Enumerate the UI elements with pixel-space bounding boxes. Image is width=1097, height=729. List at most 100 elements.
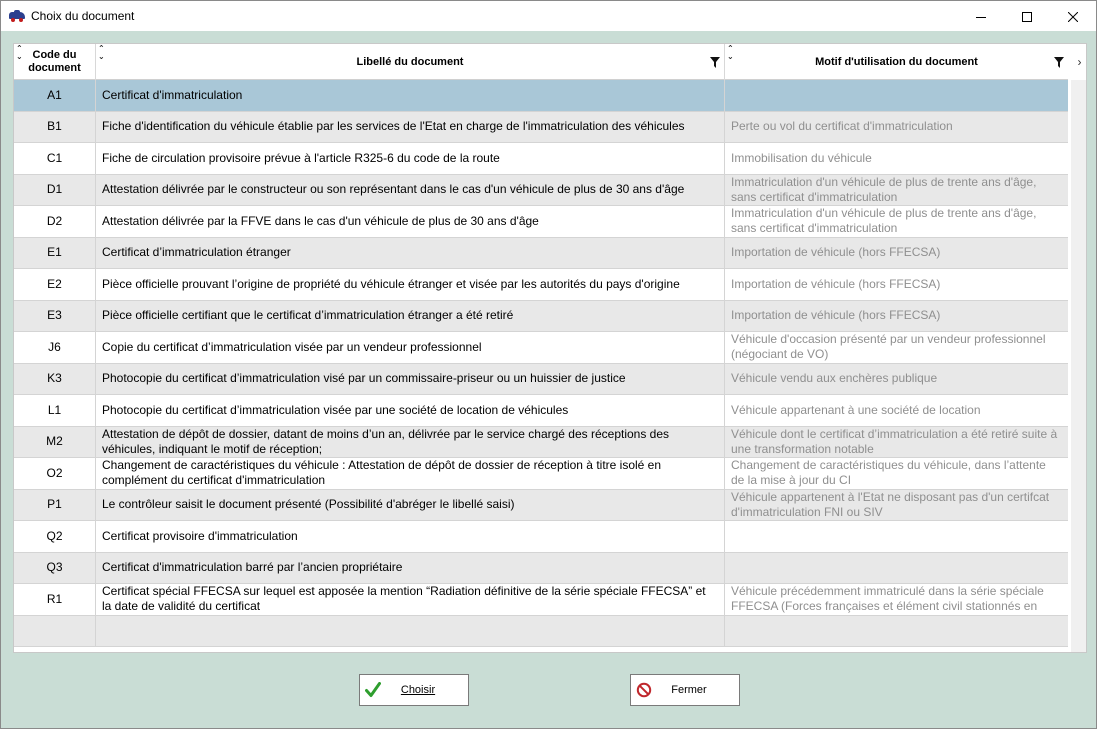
cell-libelle-text: Certificat provisoire d'immatriculation	[102, 528, 298, 543]
cell-motif[interactable]	[725, 553, 1068, 584]
cell-libelle[interactable]: Attestation délivrée par le constructeur…	[96, 174, 725, 205]
cell-code[interactable]: E1	[14, 237, 96, 268]
cell-motif-text: Immatriculation d'un véhicule de plus de…	[731, 206, 1037, 236]
cell-libelle[interactable]: Le contrôleur saisit le document présent…	[96, 489, 725, 520]
cell-code[interactable]: D1	[14, 174, 96, 205]
cell-libelle-text: Le contrôleur saisit le document présent…	[102, 497, 515, 512]
column-header-libelle[interactable]: ⌃ ⌄ Libellé du document	[96, 44, 725, 80]
cell-code[interactable]: B1	[14, 111, 96, 142]
cell-code[interactable]: C1	[14, 143, 96, 174]
table-row[interactable]: P1 Le contrôleur saisit le document prése…	[14, 489, 1068, 521]
cell-motif[interactable]: Véhicule appartenant à une société de lo…	[725, 395, 1068, 426]
cell-code[interactable]: A1	[14, 80, 96, 111]
column-header-code[interactable]: ⌃ ⌄ Code du document	[14, 44, 96, 80]
cell-code[interactable]	[14, 615, 96, 646]
cell-code[interactable]: R1	[14, 584, 96, 615]
cell-code[interactable]: L1	[14, 395, 96, 426]
table-row[interactable]: E1 Certificat d’immatriculation étranger I…	[14, 237, 1068, 269]
table-row[interactable]: O2 Changement de caractéristiques du véhi…	[14, 458, 1068, 490]
cell-motif[interactable]: Importation de véhicule (hors FFECSA)	[725, 238, 1068, 269]
cell-motif[interactable]: Véhicule dont le certificat d’immatricul…	[725, 427, 1068, 458]
cell-libelle[interactable]: Photocopie du certificat d’immatriculati…	[96, 395, 725, 426]
filter-icon[interactable]	[1054, 57, 1064, 68]
cell-code-text: R1	[46, 591, 63, 606]
cell-motif[interactable]	[725, 521, 1068, 552]
cell-motif[interactable]: Immatriculation d'un véhicule de plus de…	[725, 175, 1068, 206]
cell-motif-text: Immobilisation du véhicule	[731, 150, 872, 165]
cell-code-text: A1	[47, 87, 62, 102]
cell-motif[interactable]: Perte ou vol du certificat d'immatricula…	[725, 112, 1068, 143]
cell-motif[interactable]: Véhicule précédemment immatriculé dans l…	[725, 584, 1068, 615]
cell-libelle-text: Certificat d'immatriculation barré par l…	[102, 560, 403, 575]
table-row[interactable]: C1 Fiche de circulation provisoire prévue…	[14, 143, 1068, 175]
table-row[interactable]: R1 Certificat spécial FFECSA sur lequel e…	[14, 584, 1068, 616]
cell-libelle[interactable]: Fiche d'identification du véhicule établ…	[96, 111, 725, 142]
cell-code-text: D1	[46, 182, 63, 197]
cell-code[interactable]: Q3	[14, 552, 96, 583]
cell-libelle-text: Changement de caractéristiques du véhicu…	[102, 458, 662, 488]
cell-motif[interactable]	[725, 80, 1068, 111]
cell-motif[interactable]: Véhicule appartenent à l'Etat ne disposa…	[725, 490, 1068, 521]
sort-icon[interactable]: ⌃ ⌄	[727, 45, 734, 61]
table-row[interactable]: J6 Copie du certificat d’immatriculation …	[14, 332, 1068, 364]
close-window-button[interactable]	[1050, 1, 1096, 32]
vertical-scrollbar[interactable]	[1071, 80, 1086, 652]
cell-libelle[interactable]: Attestation de dépôt de dossier, datant …	[96, 426, 725, 457]
document-table[interactable]: ⌃ ⌄ Code du document ⌃ ⌄ Libellé du docume…	[13, 43, 1087, 653]
table-row[interactable]: E3 Pièce officielle certifiant que le cer…	[14, 300, 1068, 332]
cell-libelle[interactable]: Certificat spécial FFECSA sur lequel est…	[96, 584, 725, 615]
table-row[interactable]: A1 Certificat d'immatriculation	[14, 80, 1068, 112]
cell-code[interactable]: Q2	[14, 521, 96, 552]
cell-motif[interactable]	[725, 616, 1068, 647]
minimize-button[interactable]	[958, 1, 1004, 32]
cell-code[interactable]: E3	[14, 300, 96, 331]
cell-libelle[interactable]: Certificat provisoire d'immatriculation	[96, 521, 725, 552]
cell-code[interactable]: K3	[14, 363, 96, 394]
table-row[interactable]: M2 Attestation de dépôt de dossier, datan…	[14, 426, 1068, 458]
table-row[interactable]	[14, 615, 1068, 647]
maximize-button[interactable]	[1004, 1, 1050, 32]
cell-libelle[interactable]: Fiche de circulation provisoire prévue à…	[96, 143, 725, 174]
cell-libelle[interactable]	[96, 615, 725, 646]
cell-motif-text: Véhicule vendu aux enchères publique	[731, 371, 938, 386]
table-row[interactable]: D2 Attestation délivrée par la FFVE dans …	[14, 206, 1068, 238]
cell-motif[interactable]: Immatriculation d'un véhicule de plus de…	[725, 206, 1068, 237]
table-row[interactable]: Q2 Certificat provisoire d'immatriculatio…	[14, 521, 1068, 553]
cell-code[interactable]: O2	[14, 458, 96, 489]
cell-code[interactable]: E2	[14, 269, 96, 300]
table-row[interactable]: L1 Photocopie du certificat d’immatricula…	[14, 395, 1068, 427]
cell-motif[interactable]: Véhicule d'occasion présenté par un vend…	[725, 332, 1068, 363]
table-row[interactable]: K3 Photocopie du certificat d’immatricula…	[14, 363, 1068, 395]
sort-icon[interactable]: ⌃ ⌄	[16, 45, 23, 61]
choose-button[interactable]: Choisir	[359, 674, 469, 706]
cell-motif[interactable]: Immobilisation du véhicule	[725, 143, 1068, 174]
cell-code[interactable]: D2	[14, 206, 96, 237]
chevron-right-icon[interactable]: ›	[1071, 44, 1086, 80]
table-row[interactable]: E2 Pièce officielle prouvant l’origine de…	[14, 269, 1068, 301]
table-row[interactable]: D1 Attestation délivrée par le constructe…	[14, 174, 1068, 206]
filter-icon[interactable]	[710, 57, 720, 68]
cell-motif[interactable]: Importation de véhicule (hors FFECSA)	[725, 301, 1068, 332]
cell-libelle[interactable]: Photocopie du certificat d’immatriculati…	[96, 363, 725, 394]
cell-libelle[interactable]: Copie du certificat d’immatriculation vi…	[96, 332, 725, 363]
cell-code[interactable]: M2	[14, 426, 96, 457]
column-header-motif[interactable]: ⌃ ⌄ Motif d'utilisation du document	[725, 44, 1068, 80]
close-button[interactable]: Fermer	[630, 674, 740, 706]
cell-motif[interactable]: Véhicule vendu aux enchères publique	[725, 364, 1068, 395]
cell-motif-text: Véhicule précédemment immatriculé dans l…	[731, 584, 1044, 614]
cell-libelle[interactable]: Pièce officielle prouvant l’origine de p…	[96, 269, 725, 300]
table-row[interactable]: B1 Fiche d'identification du véhicule éta…	[14, 111, 1068, 143]
cell-motif[interactable]: Changement de caractéristiques du véhicu…	[725, 458, 1068, 489]
cell-libelle[interactable]: Certificat d'immatriculation	[96, 80, 725, 111]
cell-libelle[interactable]: Pièce officielle certifiant que le certi…	[96, 300, 725, 331]
cell-code-text: O2	[46, 465, 63, 480]
cell-code[interactable]: J6	[14, 332, 96, 363]
table-row[interactable]: Q3 Certificat d'immatriculation barré par…	[14, 552, 1068, 584]
cell-libelle[interactable]: Changement de caractéristiques du véhicu…	[96, 458, 725, 489]
sort-icon[interactable]: ⌃ ⌄	[98, 45, 105, 61]
cell-libelle[interactable]: Attestation délivrée par la FFVE dans le…	[96, 206, 725, 237]
cell-motif[interactable]: Importation de véhicule (hors FFECSA)	[725, 269, 1068, 300]
cell-libelle[interactable]: Certificat d’immatriculation étranger	[96, 237, 725, 268]
cell-libelle[interactable]: Certificat d'immatriculation barré par l…	[96, 552, 725, 583]
cell-code[interactable]: P1	[14, 489, 96, 520]
